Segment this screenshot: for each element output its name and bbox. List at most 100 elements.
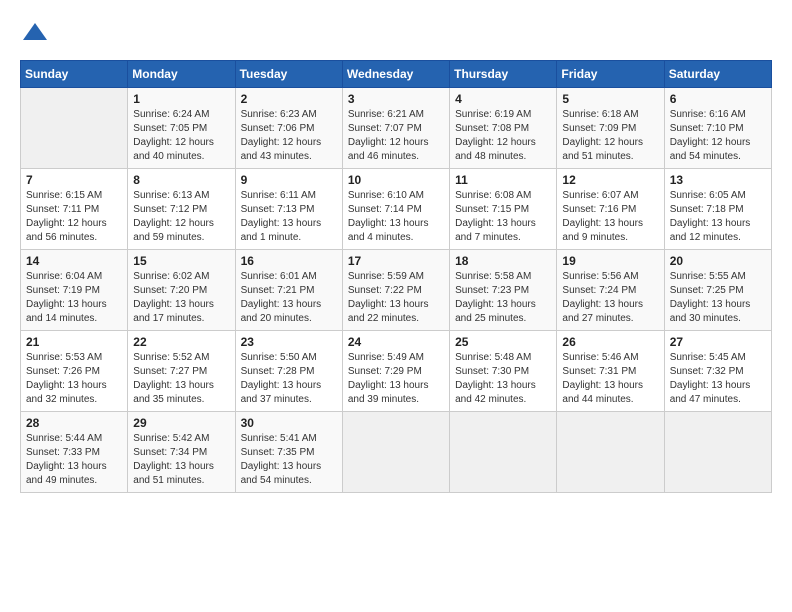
day-cell xyxy=(342,412,449,493)
day-number: 12 xyxy=(562,173,658,187)
day-info: Sunrise: 5:46 AM Sunset: 7:31 PM Dayligh… xyxy=(562,351,658,407)
day-info: Sunrise: 5:45 AM Sunset: 7:32 PM Dayligh… xyxy=(670,351,766,407)
day-info: Sunrise: 6:02 AM Sunset: 7:20 PM Dayligh… xyxy=(133,270,229,326)
day-number: 19 xyxy=(562,254,658,268)
week-row: 21 Sunrise: 5:53 AM Sunset: 7:26 PM Dayli… xyxy=(21,331,772,412)
weekday-header-thursday: Thursday xyxy=(450,61,557,88)
day-number: 11 xyxy=(455,173,551,187)
day-number: 9 xyxy=(241,173,337,187)
weekday-header-saturday: Saturday xyxy=(664,61,771,88)
day-cell: 13 Sunrise: 6:05 AM Sunset: 7:18 PM Dayli… xyxy=(664,169,771,250)
day-info: Sunrise: 5:49 AM Sunset: 7:29 PM Dayligh… xyxy=(348,351,444,407)
day-info: Sunrise: 6:01 AM Sunset: 7:21 PM Dayligh… xyxy=(241,270,337,326)
day-cell: 20 Sunrise: 5:55 AM Sunset: 7:25 PM Dayli… xyxy=(664,250,771,331)
day-info: Sunrise: 6:24 AM Sunset: 7:05 PM Dayligh… xyxy=(133,108,229,164)
day-info: Sunrise: 5:58 AM Sunset: 7:23 PM Dayligh… xyxy=(455,270,551,326)
day-number: 30 xyxy=(241,416,337,430)
day-number: 15 xyxy=(133,254,229,268)
day-number: 2 xyxy=(241,92,337,106)
calendar-header: SundayMondayTuesdayWednesdayThursdayFrid… xyxy=(21,61,772,88)
day-cell xyxy=(664,412,771,493)
day-number: 4 xyxy=(455,92,551,106)
day-cell: 9 Sunrise: 6:11 AM Sunset: 7:13 PM Daylig… xyxy=(235,169,342,250)
logo xyxy=(20,20,54,50)
day-info: Sunrise: 6:18 AM Sunset: 7:09 PM Dayligh… xyxy=(562,108,658,164)
day-cell: 15 Sunrise: 6:02 AM Sunset: 7:20 PM Dayli… xyxy=(128,250,235,331)
day-cell: 10 Sunrise: 6:10 AM Sunset: 7:14 PM Dayli… xyxy=(342,169,449,250)
day-cell: 23 Sunrise: 5:50 AM Sunset: 7:28 PM Dayli… xyxy=(235,331,342,412)
day-info: Sunrise: 5:56 AM Sunset: 7:24 PM Dayligh… xyxy=(562,270,658,326)
day-number: 1 xyxy=(133,92,229,106)
day-cell: 1 Sunrise: 6:24 AM Sunset: 7:05 PM Daylig… xyxy=(128,88,235,169)
day-info: Sunrise: 5:55 AM Sunset: 7:25 PM Dayligh… xyxy=(670,270,766,326)
day-cell: 17 Sunrise: 5:59 AM Sunset: 7:22 PM Dayli… xyxy=(342,250,449,331)
day-cell: 21 Sunrise: 5:53 AM Sunset: 7:26 PM Dayli… xyxy=(21,331,128,412)
weekday-header-friday: Friday xyxy=(557,61,664,88)
day-info: Sunrise: 6:11 AM Sunset: 7:13 PM Dayligh… xyxy=(241,189,337,245)
day-info: Sunrise: 5:50 AM Sunset: 7:28 PM Dayligh… xyxy=(241,351,337,407)
day-number: 14 xyxy=(26,254,122,268)
day-cell: 3 Sunrise: 6:21 AM Sunset: 7:07 PM Daylig… xyxy=(342,88,449,169)
weekday-header-wednesday: Wednesday xyxy=(342,61,449,88)
weekday-header-sunday: Sunday xyxy=(21,61,128,88)
day-cell xyxy=(557,412,664,493)
day-number: 23 xyxy=(241,335,337,349)
day-number: 18 xyxy=(455,254,551,268)
day-cell: 7Sunrise: 6:15 AM Sunset: 7:11 PM Daylig… xyxy=(21,169,128,250)
logo-icon xyxy=(20,20,50,50)
day-info: Sunrise: 6:08 AM Sunset: 7:15 PM Dayligh… xyxy=(455,189,551,245)
day-number: 20 xyxy=(670,254,766,268)
day-cell xyxy=(21,88,128,169)
day-number: 8 xyxy=(133,173,229,187)
day-info: Sunrise: 6:04 AM Sunset: 7:19 PM Dayligh… xyxy=(26,270,122,326)
day-info: Sunrise: 5:53 AM Sunset: 7:26 PM Dayligh… xyxy=(26,351,122,407)
day-info: Sunrise: 5:44 AM Sunset: 7:33 PM Dayligh… xyxy=(26,432,122,488)
day-info: Sunrise: 5:59 AM Sunset: 7:22 PM Dayligh… xyxy=(348,270,444,326)
day-cell: 22 Sunrise: 5:52 AM Sunset: 7:27 PM Dayli… xyxy=(128,331,235,412)
day-info: Sunrise: 5:41 AM Sunset: 7:35 PM Dayligh… xyxy=(241,432,337,488)
day-cell: 18 Sunrise: 5:58 AM Sunset: 7:23 PM Dayli… xyxy=(450,250,557,331)
day-info: Sunrise: 6:23 AM Sunset: 7:06 PM Dayligh… xyxy=(241,108,337,164)
day-number: 27 xyxy=(670,335,766,349)
day-number: 25 xyxy=(455,335,551,349)
day-number: 3 xyxy=(348,92,444,106)
calendar-table: SundayMondayTuesdayWednesdayThursdayFrid… xyxy=(20,60,772,493)
day-info: Sunrise: 6:07 AM Sunset: 7:16 PM Dayligh… xyxy=(562,189,658,245)
day-cell: 19 Sunrise: 5:56 AM Sunset: 7:24 PM Dayli… xyxy=(557,250,664,331)
day-number: 10 xyxy=(348,173,444,187)
day-info: Sunrise: 5:52 AM Sunset: 7:27 PM Dayligh… xyxy=(133,351,229,407)
day-info: Sunrise: 6:21 AM Sunset: 7:07 PM Dayligh… xyxy=(348,108,444,164)
day-info: Sunrise: 6:19 AM Sunset: 7:08 PM Dayligh… xyxy=(455,108,551,164)
day-info: Sunrise: 6:05 AM Sunset: 7:18 PM Dayligh… xyxy=(670,189,766,245)
day-cell: 11 Sunrise: 6:08 AM Sunset: 7:15 PM Dayli… xyxy=(450,169,557,250)
page-header xyxy=(20,20,772,50)
day-number: 13 xyxy=(670,173,766,187)
day-info: Sunrise: 6:16 AM Sunset: 7:10 PM Dayligh… xyxy=(670,108,766,164)
day-cell: 4 Sunrise: 6:19 AM Sunset: 7:08 PM Daylig… xyxy=(450,88,557,169)
day-cell: 12 Sunrise: 6:07 AM Sunset: 7:16 PM Dayli… xyxy=(557,169,664,250)
day-number: 16 xyxy=(241,254,337,268)
week-row: 1 Sunrise: 6:24 AM Sunset: 7:05 PM Daylig… xyxy=(21,88,772,169)
day-cell: 2 Sunrise: 6:23 AM Sunset: 7:06 PM Daylig… xyxy=(235,88,342,169)
day-cell: 5 Sunrise: 6:18 AM Sunset: 7:09 PM Daylig… xyxy=(557,88,664,169)
day-number: 22 xyxy=(133,335,229,349)
day-number: 29 xyxy=(133,416,229,430)
day-number: 6 xyxy=(670,92,766,106)
day-cell: 16 Sunrise: 6:01 AM Sunset: 7:21 PM Dayli… xyxy=(235,250,342,331)
day-info: Sunrise: 6:13 AM Sunset: 7:12 PM Dayligh… xyxy=(133,189,229,245)
day-cell: 14 Sunrise: 6:04 AM Sunset: 7:19 PM Dayli… xyxy=(21,250,128,331)
calendar-body: 1 Sunrise: 6:24 AM Sunset: 7:05 PM Daylig… xyxy=(21,88,772,493)
day-number: 17 xyxy=(348,254,444,268)
weekday-row: SundayMondayTuesdayWednesdayThursdayFrid… xyxy=(21,61,772,88)
day-number: 5 xyxy=(562,92,658,106)
day-cell: 27 Sunrise: 5:45 AM Sunset: 7:32 PM Dayli… xyxy=(664,331,771,412)
day-number: 21 xyxy=(26,335,122,349)
day-number: 28 xyxy=(26,416,122,430)
week-row: 14 Sunrise: 6:04 AM Sunset: 7:19 PM Dayli… xyxy=(21,250,772,331)
day-info: Sunrise: 5:42 AM Sunset: 7:34 PM Dayligh… xyxy=(133,432,229,488)
weekday-header-tuesday: Tuesday xyxy=(235,61,342,88)
day-number: 7 xyxy=(26,173,122,187)
week-row: 28 Sunrise: 5:44 AM Sunset: 7:33 PM Dayli… xyxy=(21,412,772,493)
day-info: Sunrise: 6:10 AM Sunset: 7:14 PM Dayligh… xyxy=(348,189,444,245)
day-number: 26 xyxy=(562,335,658,349)
